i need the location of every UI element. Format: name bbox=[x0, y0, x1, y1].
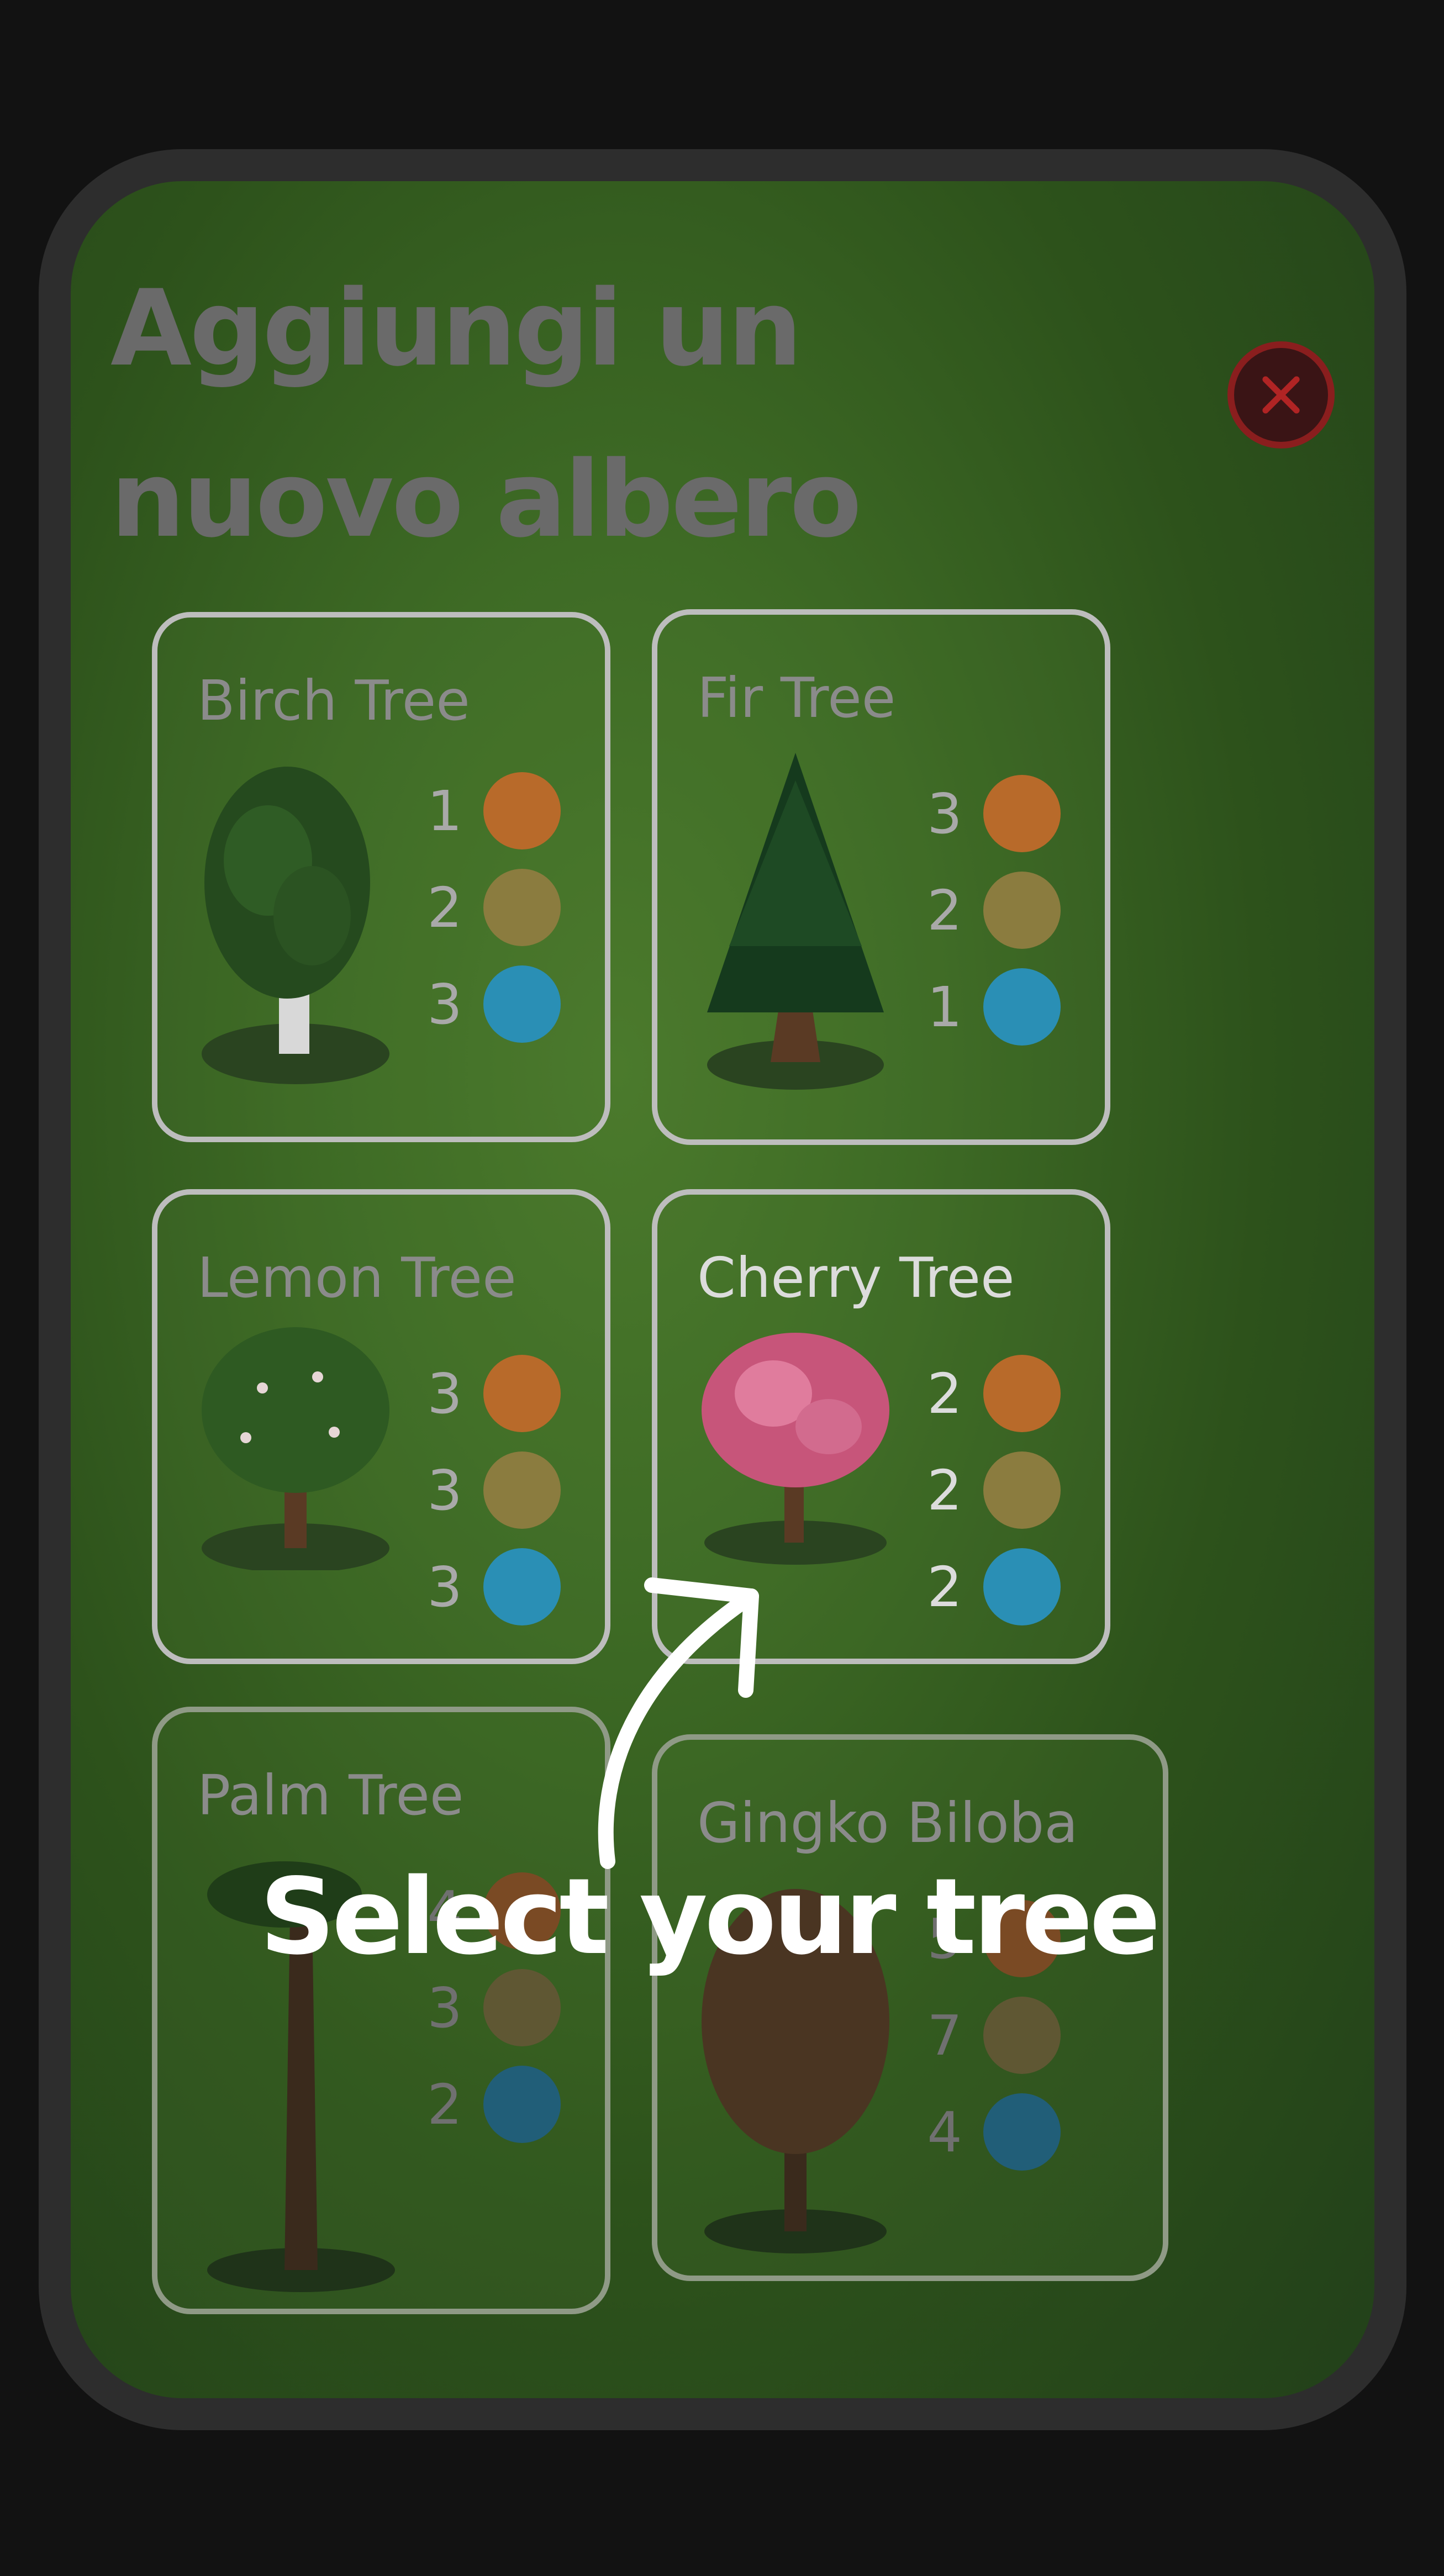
soil-sprout-icon bbox=[483, 1355, 561, 1432]
fir-tree-image bbox=[707, 753, 884, 1090]
seeds-icon bbox=[483, 869, 561, 946]
seed-count: 3 bbox=[427, 1975, 462, 2040]
seed-count: 3 bbox=[427, 1458, 462, 1523]
seeds-icon bbox=[483, 1451, 561, 1529]
tree-card-birch[interactable]: Birch Tree 1 2 3 bbox=[152, 612, 610, 1142]
soil-count: 3 bbox=[427, 1361, 462, 1426]
select-tree-caption: Select your tree bbox=[260, 1856, 1161, 1978]
seeds-icon bbox=[483, 1969, 561, 2046]
tree-card-fir[interactable]: Fir Tree 3 2 1 bbox=[652, 609, 1110, 1145]
water-count: 3 bbox=[427, 972, 462, 1037]
tree-name: Fir Tree bbox=[697, 666, 896, 730]
soil-sprout-icon bbox=[983, 775, 1061, 852]
seed-count: 7 bbox=[927, 2003, 962, 2068]
soil-count: 2 bbox=[927, 1361, 962, 1426]
seed-count: 2 bbox=[427, 875, 462, 940]
cherry-tree-image bbox=[702, 1333, 889, 1565]
close-icon bbox=[1262, 376, 1300, 414]
water-drop-icon bbox=[983, 1548, 1061, 1625]
water-count: 4 bbox=[927, 2099, 962, 2165]
tree-card-lemon[interactable]: Lemon Tree 3 3 3 bbox=[152, 1189, 610, 1664]
birch-tree-image bbox=[202, 767, 389, 1084]
soil-sprout-icon bbox=[983, 1355, 1061, 1432]
water-count: 3 bbox=[427, 1554, 462, 1619]
seeds-icon bbox=[983, 1997, 1061, 2074]
tree-name: Lemon Tree bbox=[197, 1245, 517, 1310]
lemon-tree-image bbox=[202, 1327, 389, 1570]
water-count: 1 bbox=[927, 974, 962, 1039]
water-drop-icon bbox=[483, 2066, 561, 2143]
water-count: 2 bbox=[427, 2072, 462, 2137]
soil-count: 3 bbox=[927, 781, 962, 846]
tree-name: Birch Tree bbox=[197, 668, 470, 733]
soil-count: 1 bbox=[427, 778, 462, 843]
seed-count: 2 bbox=[927, 1458, 962, 1523]
water-drop-icon bbox=[983, 968, 1061, 1046]
modal-title: Aggiungi un nuovo albero bbox=[110, 267, 862, 561]
water-drop-icon bbox=[483, 965, 561, 1043]
water-drop-icon bbox=[483, 1548, 561, 1625]
tree-name: Palm Tree bbox=[197, 1763, 464, 1828]
water-drop-icon bbox=[983, 2093, 1061, 2171]
water-count: 2 bbox=[927, 1554, 962, 1619]
seed-count: 2 bbox=[927, 878, 962, 943]
soil-sprout-icon bbox=[483, 772, 561, 849]
seeds-icon bbox=[983, 1451, 1061, 1529]
seeds-icon bbox=[983, 872, 1061, 949]
pointer-arrow-icon bbox=[598, 1577, 759, 1869]
tree-card-palm[interactable]: Palm Tree 4 3 2 bbox=[152, 1707, 610, 2314]
close-button[interactable] bbox=[1227, 341, 1335, 448]
tree-name: Cherry Tree bbox=[697, 1245, 1015, 1310]
